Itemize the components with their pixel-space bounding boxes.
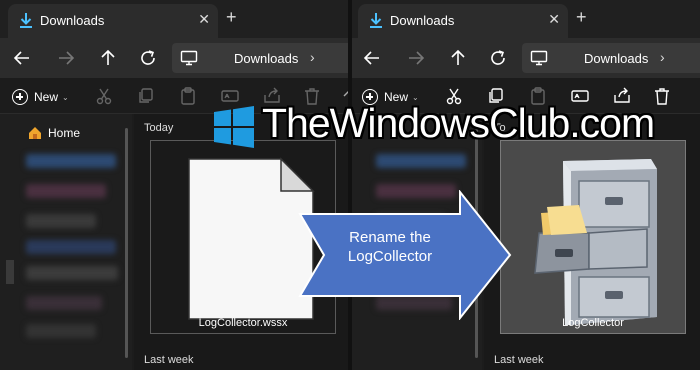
- group-header-today[interactable]: Today: [144, 122, 173, 134]
- watermark-text: TheWindowsClub.com: [262, 100, 655, 146]
- tab-bar: Downloads ✕ +: [0, 0, 350, 38]
- plus-circle-icon: [12, 89, 28, 105]
- tab-close-icon[interactable]: ✕: [548, 11, 560, 28]
- arrow-caption: Rename the LogCollector: [320, 228, 460, 266]
- blurred-sidebar-item[interactable]: [26, 184, 106, 198]
- blurred-sidebar-item[interactable]: [26, 214, 96, 228]
- tab-downloads[interactable]: Downloads ✕: [358, 4, 568, 38]
- refresh-icon[interactable]: [486, 46, 510, 70]
- sidebar-item-label: Home: [48, 126, 81, 140]
- forward-arrow-icon[interactable]: [404, 46, 428, 70]
- blurred-sidebar-item[interactable]: [26, 324, 96, 338]
- up-arrow-icon[interactable]: [446, 46, 470, 70]
- blurred-sidebar-item[interactable]: [376, 154, 466, 168]
- address-bar[interactable]: Downloads ›: [172, 43, 350, 73]
- back-arrow-icon[interactable]: [10, 46, 34, 70]
- breadcrumb-chevron-icon[interactable]: ›: [660, 49, 665, 65]
- address-path: Downloads: [584, 51, 649, 66]
- sidebar-scrollbar[interactable]: [125, 128, 128, 358]
- sidebar-item-home[interactable]: Home: [28, 126, 80, 140]
- blurred-sidebar-item[interactable]: [26, 154, 116, 168]
- tab-bar: Downloads ✕ +: [350, 0, 700, 38]
- arrow-caption-line2: LogCollector: [347, 248, 433, 265]
- new-tab-button[interactable]: +: [576, 7, 587, 28]
- file-tile-selected[interactable]: LogCollector: [500, 140, 686, 334]
- paste-icon[interactable]: [178, 86, 198, 106]
- blurred-sidebar-item[interactable]: [26, 266, 118, 280]
- tab-title: Downloads: [390, 13, 455, 28]
- tab-downloads[interactable]: Downloads ✕: [8, 4, 218, 38]
- forward-arrow-icon[interactable]: [54, 46, 78, 70]
- new-label: New: [34, 90, 59, 104]
- file-name: LogCollector: [562, 317, 624, 329]
- monitor-icon: [530, 50, 548, 66]
- blurred-sidebar-item[interactable]: [26, 240, 116, 254]
- navigation-bar: Downloads ›: [350, 38, 700, 78]
- filing-cabinet-icon: [534, 159, 657, 325]
- address-bar[interactable]: Downloads ›: [522, 43, 700, 73]
- breadcrumb-chevron-icon[interactable]: ›: [310, 49, 315, 65]
- chevron-down-icon: ⌄: [62, 92, 69, 102]
- address-path: Downloads: [234, 51, 299, 66]
- download-icon: [20, 13, 32, 28]
- new-button[interactable]: New ⌄: [12, 86, 69, 108]
- up-arrow-icon[interactable]: [96, 46, 120, 70]
- tab-close-icon[interactable]: ✕: [198, 11, 210, 28]
- back-arrow-icon[interactable]: [360, 46, 384, 70]
- cut-icon[interactable]: [94, 86, 114, 106]
- selection-indicator: [6, 260, 14, 284]
- download-icon: [370, 13, 382, 28]
- refresh-icon[interactable]: [136, 46, 160, 70]
- group-header-last-week[interactable]: Last week: [494, 354, 544, 366]
- group-header-last-week[interactable]: Last week: [144, 354, 194, 366]
- watermark: TheWindowsClub.com: [212, 100, 662, 156]
- navigation-bar: Downloads ›: [0, 38, 350, 78]
- new-tab-button[interactable]: +: [226, 7, 237, 28]
- blurred-sidebar-item[interactable]: [26, 296, 102, 310]
- home-icon: [29, 127, 41, 139]
- tab-title: Downloads: [40, 13, 105, 28]
- monitor-icon: [180, 50, 198, 66]
- copy-icon[interactable]: [136, 86, 156, 106]
- windows-logo-icon: [214, 106, 254, 148]
- arrow-caption-line1: Rename the: [349, 229, 431, 246]
- navigation-pane: Home: [0, 114, 132, 370]
